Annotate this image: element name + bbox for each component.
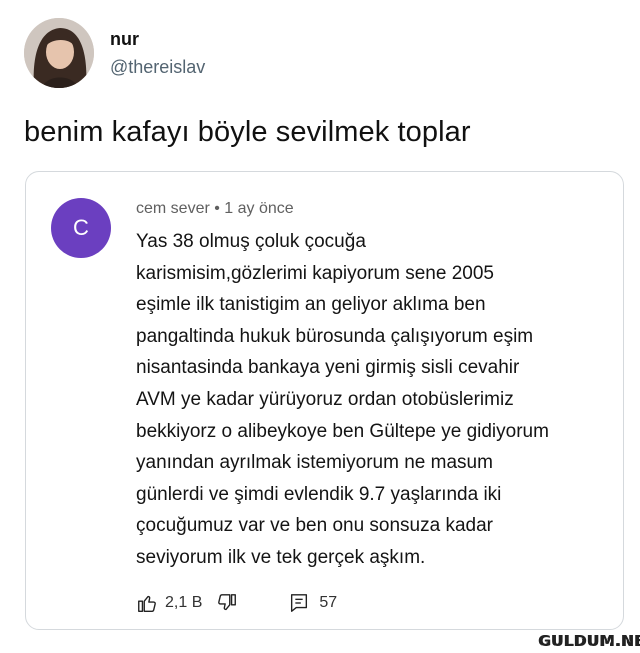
avatar-letter: C: [73, 215, 89, 240]
user-handle[interactable]: @thereislav: [110, 56, 205, 78]
comment-icon: [291, 594, 308, 612]
comment-line: çocuğumuz var ve ben onu sonsuza kadar: [136, 515, 493, 537]
author-block: nur @thereislav: [110, 28, 205, 78]
comment-line: nisantasinda bankaya yeni girmiş sisli c…: [136, 357, 520, 379]
like-button[interactable]: [136, 592, 158, 614]
dislike-button[interactable]: [216, 592, 238, 614]
watermark-logo: GULDUM.NET: [539, 631, 640, 651]
comment-actions: 2,1 B 57: [136, 592, 337, 614]
comment-meta: cem sever • 1 ay önce: [136, 200, 294, 217]
comment-body: Yas 38 olmuş çoluk çocuğa karismisim,göz…: [136, 226, 606, 574]
thumbs-up-icon: [138, 595, 156, 612]
comment-line: pangaltinda hukuk bürosunda çalışıyorum …: [136, 325, 534, 347]
comment-line: eşimle ilk tanistigim an geliyor aklıma …: [136, 294, 486, 316]
profile-photo: [24, 18, 94, 88]
comment-line: Yas 38 olmuş çoluk çocuğa: [136, 231, 366, 252]
avatar[interactable]: [24, 18, 94, 88]
comment-line: seviyorum ilk ve tek gerçek aşkım.: [136, 546, 426, 568]
reply-count: 57: [319, 594, 338, 611]
tweet-header: nur @thereislav: [24, 18, 205, 88]
tweet-text: benim kafayı böyle sevilmek toplar: [24, 116, 471, 148]
comment-line: karismisim,gözlerimi kapiyorum sene 2005: [136, 262, 494, 284]
display-name[interactable]: nur: [110, 28, 205, 50]
comment-line: yanından ayrılmak istemiyorum ne masum: [136, 452, 493, 474]
like-count: 2,1 B: [165, 594, 203, 611]
thumbs-down-icon: [218, 594, 237, 611]
comment-line: günlerdi ve şimdi evlendik 9.7 yaşlarınd…: [136, 483, 502, 505]
commenter-avatar[interactable]: C: [51, 198, 111, 258]
reply-button[interactable]: [288, 592, 310, 614]
comment-line: bekkiyorz o alibeykoye ben Gültepe ye gi…: [136, 420, 549, 442]
comment-line: AVM ye kadar yürüyoruz ordan otobüslerim…: [136, 388, 514, 410]
